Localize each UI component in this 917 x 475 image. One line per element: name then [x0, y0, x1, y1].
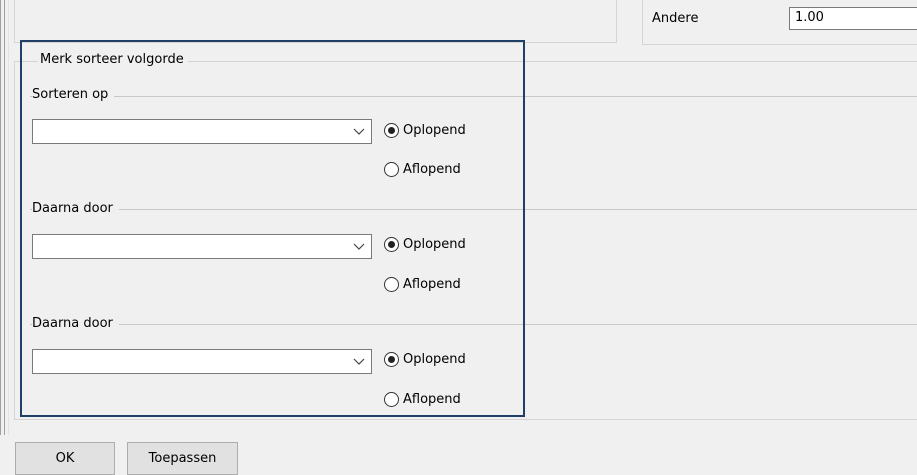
top-panel-left	[14, 0, 617, 43]
apply-button[interactable]: Toepassen	[127, 442, 238, 475]
ok-button[interactable]: OK	[15, 442, 115, 475]
window-edge	[0, 0, 1, 435]
window-edge	[8, 0, 9, 435]
highlight-box	[20, 40, 525, 417]
andere-label: Andere	[652, 11, 699, 26]
andere-input[interactable]: 1.00	[789, 7, 917, 30]
window-edge	[4, 0, 5, 435]
